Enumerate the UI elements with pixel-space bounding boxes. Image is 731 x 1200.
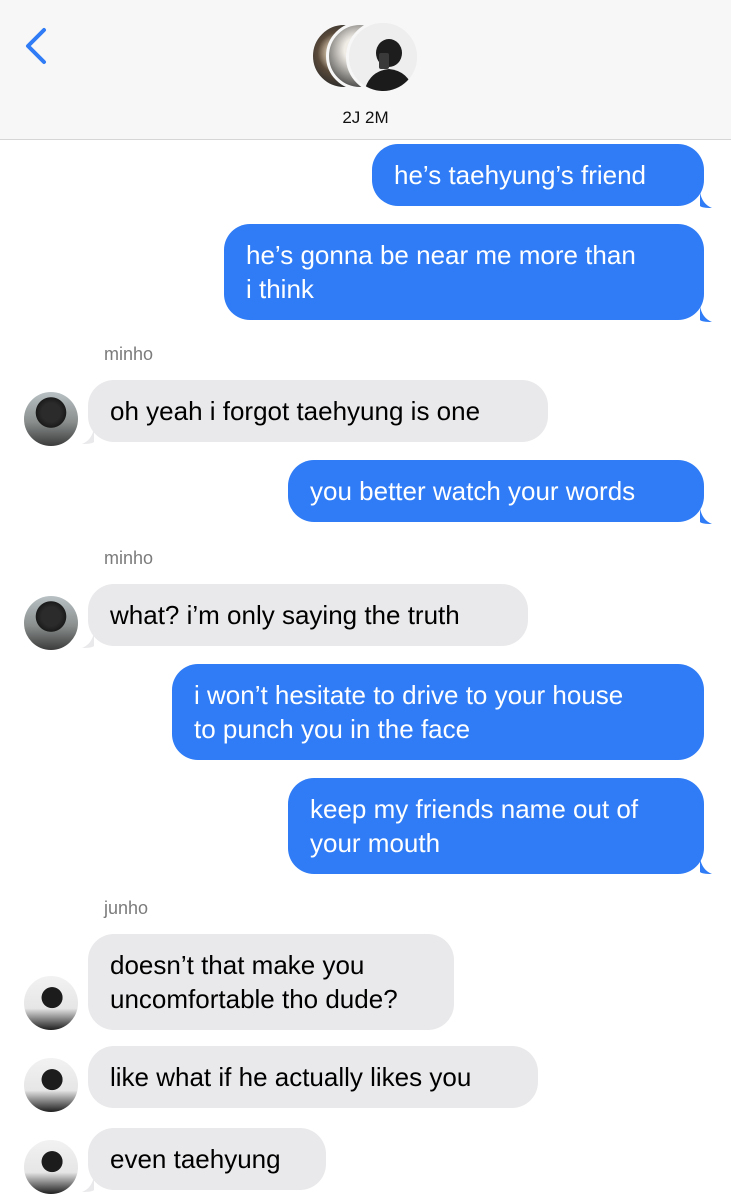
junho-avatar[interactable] [24,1058,78,1112]
junho-avatar[interactable] [24,976,78,1030]
bubble-tail [82,428,94,444]
message-bubble-outgoing[interactable]: you better watch your words [288,460,704,522]
bubble-tail [700,858,712,874]
group-title[interactable]: 2J 2M [0,108,731,128]
message-bubble-outgoing[interactable]: he’s gonna be near me more than i think [224,224,704,320]
message-bubble-incoming[interactable]: like what if he actually likes you [88,1046,538,1108]
message-bubble-incoming[interactable]: what? i’m only saying the truth [88,584,528,646]
junho-avatar[interactable] [24,1140,78,1194]
member-avatar [346,20,420,94]
message-bubble-outgoing[interactable]: i won’t hesitate to drive to your house … [172,664,704,760]
bubble-tail [82,1176,94,1192]
message-bubble-incoming[interactable]: doesn’t that make you uncomfortable tho … [88,934,454,1030]
bubble-tail [700,508,712,524]
sender-name: minho [104,548,154,568]
bubble-tail [700,306,712,322]
sender-name: junho [104,898,149,918]
chevron-left-icon[interactable] [22,26,52,66]
message-bubble-incoming[interactable]: even taehyung [88,1128,326,1190]
minho-avatar[interactable] [24,596,78,650]
group-avatar[interactable] [310,20,420,94]
message-bubble-outgoing[interactable]: keep my friends name out of your mouth [288,778,704,874]
bubble-tail [700,192,712,208]
minho-avatar[interactable] [24,392,78,446]
sender-name: minho [104,344,154,364]
message-bubble-outgoing[interactable]: he’s taehyung’s friend [372,144,704,206]
conversation-header: 2J 2M [0,0,731,140]
message-bubble-incoming[interactable]: oh yeah i forgot taehyung is one [88,380,548,442]
bubble-tail [82,632,94,648]
